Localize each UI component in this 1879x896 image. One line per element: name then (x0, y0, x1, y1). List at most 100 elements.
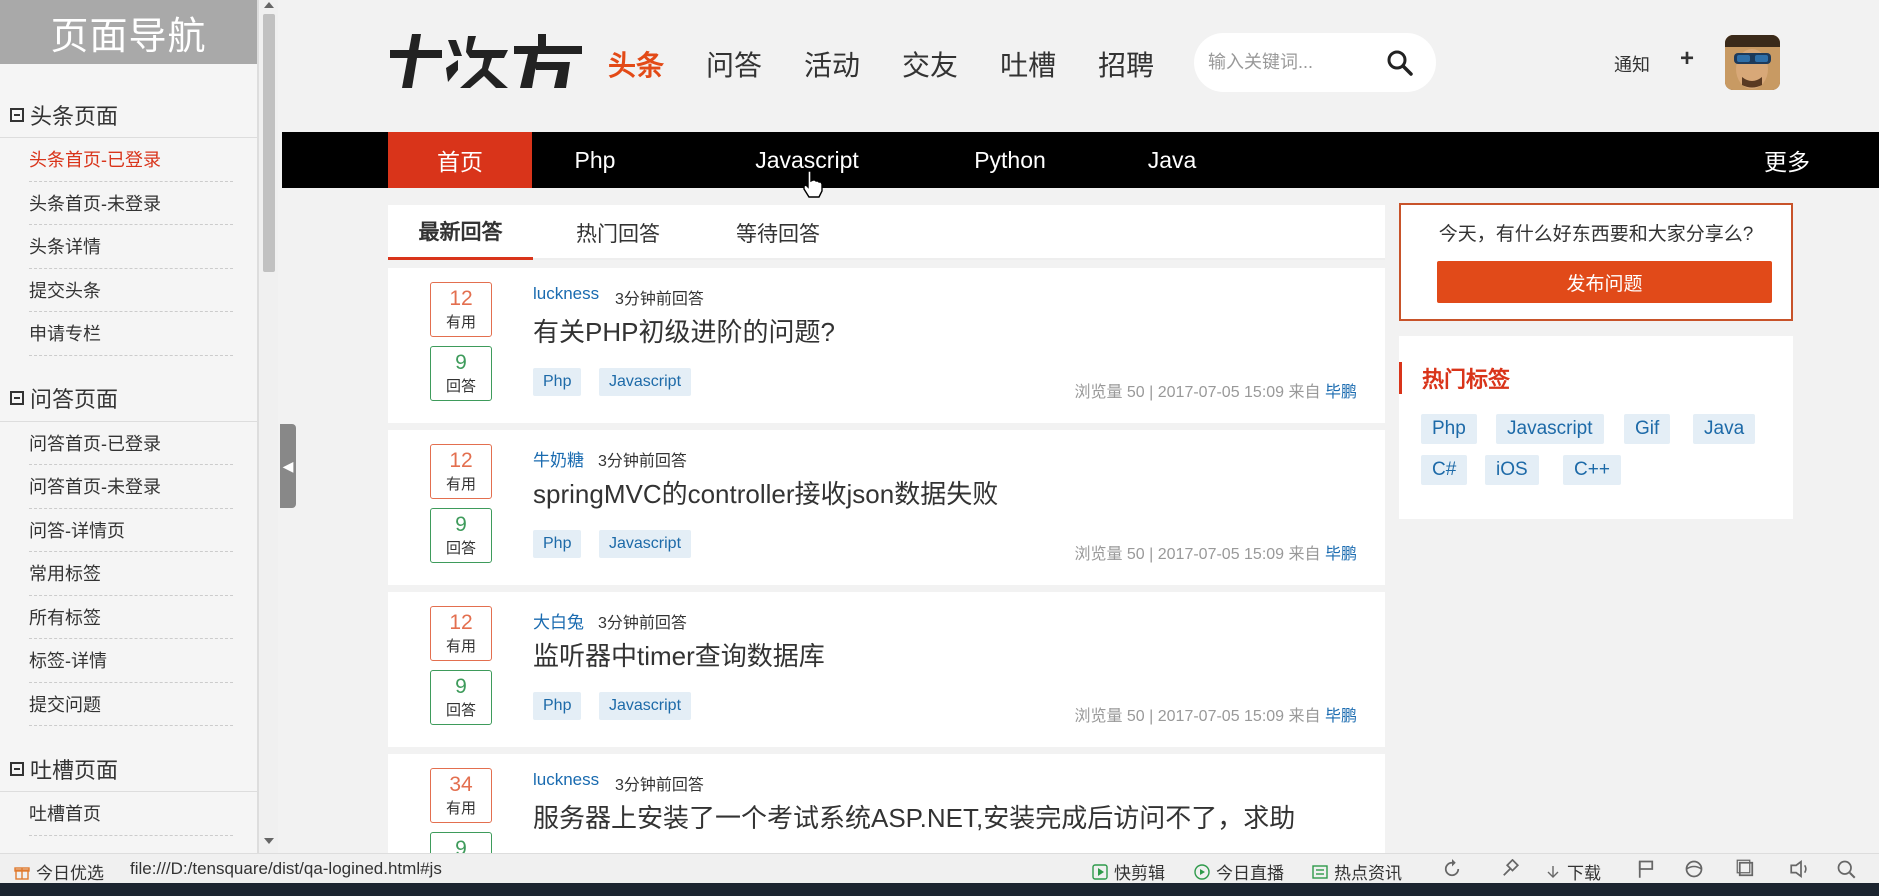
live[interactable]: 今日直播 (1194, 859, 1284, 884)
search-icon[interactable] (1386, 49, 1414, 82)
question-item[interactable]: 12 有用 9 回答 luckness 3分钟前回答 有关PHP初级进阶的问题? P… (388, 268, 1385, 423)
tab-latest[interactable]: 最新回答 (388, 205, 533, 260)
hot-tag[interactable]: Javascript (1496, 414, 1604, 444)
question-user[interactable]: luckness (533, 770, 599, 790)
sidebar-item[interactable]: 问答首页-未登录 (29, 465, 233, 509)
sidebar-item[interactable]: 常用标签 (29, 552, 233, 596)
top-nav-friends[interactable]: 交友 (902, 44, 958, 84)
collapse-icon[interactable] (10, 107, 24, 122)
top-nav-jobs[interactable]: 招聘 (1098, 44, 1154, 84)
top-nav-complaints[interactable]: 吐槽 (1000, 44, 1056, 84)
tab-waiting[interactable]: 等待回答 (713, 205, 843, 260)
sidebar-section-header[interactable]: 吐槽页面 (0, 746, 257, 792)
sidebar-item[interactable]: 所有标签 (29, 596, 233, 639)
taskbar-strip (0, 883, 1879, 896)
collapse-icon[interactable] (10, 391, 24, 405)
publish-question-button[interactable]: 发布问题 (1437, 261, 1772, 303)
top-nav-qa[interactable]: 问答 (706, 44, 762, 84)
sidebar-item[interactable]: 头条详情 (29, 225, 233, 269)
add-button[interactable]: + (1680, 45, 1694, 73)
collapse-icon[interactable] (10, 761, 24, 776)
question-time: 3分钟前回答 (598, 453, 687, 470)
question-tag[interactable]: Javascript (599, 368, 692, 396)
hot-tag[interactable]: Php (1421, 414, 1477, 444)
sidebar-section-label: 问答页面 (30, 387, 119, 412)
sidebar-collapse-toggle[interactable]: ◀ (280, 424, 296, 508)
hot-tag[interactable]: C++ (1563, 455, 1621, 485)
answer-label: 回答 (445, 378, 476, 395)
scroll-down-arrow-icon[interactable] (264, 838, 274, 844)
top-nav-events[interactable]: 活动 (804, 44, 860, 84)
question-user[interactable]: 大白兔 (533, 608, 584, 633)
search-input[interactable] (1208, 52, 1378, 73)
question-tag[interactable]: Php (533, 368, 582, 396)
question-user[interactable]: 牛奶糖 (533, 446, 584, 471)
browser-icon[interactable] (1684, 859, 1704, 879)
hot-tag[interactable]: Gif (1624, 414, 1671, 444)
sidebar-item[interactable]: 问答首页-已登录 (29, 422, 233, 465)
sound-icon[interactable] (1790, 859, 1812, 879)
sidebar-item[interactable]: 标签-详情 (29, 639, 233, 683)
useful-count: 12 有用 (430, 444, 492, 499)
hot-news[interactable]: 热点资讯 (1312, 859, 1402, 884)
sidebar-item[interactable]: 问答-详情页 (29, 509, 233, 552)
question-user[interactable]: luckness (533, 284, 599, 304)
category-java[interactable]: Java (1122, 132, 1222, 188)
question-item[interactable]: 12 有用 9 回答 牛奶糖 3分钟前回答 springMVC的controller… (388, 430, 1385, 585)
question-author[interactable]: 毕鹏 (1325, 546, 1357, 563)
category-php[interactable]: Php (540, 132, 650, 188)
sidebar-item[interactable]: 提交头条 (29, 269, 233, 312)
search-box (1194, 33, 1436, 92)
flag-icon[interactable] (1636, 859, 1656, 879)
sidebar-item[interactable]: 吐槽首页 (29, 792, 233, 836)
question-title[interactable]: 服务器上安装了一个考试系统ASP.NET,安装完成后访问不了，求助 (533, 798, 1295, 835)
user-avatar[interactable] (1725, 35, 1780, 90)
question-item[interactable]: 34 有用 9回答 luckness 3分钟前回答 服务器上安装了一个考试系统AS… (388, 754, 1385, 853)
question-tag[interactable]: Javascript (599, 530, 692, 558)
answer-label: 回答 (445, 540, 476, 557)
sidebar-section-header[interactable]: 问答页面 (0, 376, 257, 422)
hot-tag[interactable]: C# (1421, 455, 1468, 485)
top-nav-headlines[interactable]: 头条 (608, 44, 664, 84)
notifications-link[interactable]: 通知 (1614, 51, 1650, 77)
daily-picks[interactable]: 今日优选 (14, 859, 104, 884)
quick-cut[interactable]: 快剪辑 (1092, 859, 1165, 884)
question-title[interactable]: 监听器中timer查询数据库 (533, 636, 825, 673)
refresh-icon[interactable] (1442, 859, 1462, 879)
category-python[interactable]: Python (950, 132, 1070, 188)
useful-label: 有用 (445, 314, 476, 331)
pin-icon[interactable] (1500, 859, 1520, 879)
answer-count: 9 回答 (430, 346, 492, 401)
answer-number: 9 (455, 351, 467, 374)
useful-count: 34 有用 (430, 768, 492, 823)
sidebar-item[interactable]: 头条首页-未登录 (29, 182, 233, 225)
question-tag[interactable]: Php (533, 692, 582, 720)
window-icon[interactable] (1736, 859, 1756, 879)
question-title[interactable]: 有关PHP初级进阶的问题? (533, 312, 835, 349)
question-title[interactable]: springMVC的controller接收json数据失败 (533, 474, 998, 511)
sidebar-section-header[interactable]: 头条页面 (0, 92, 257, 138)
category-home[interactable]: 首页 (388, 132, 532, 188)
zoom-icon[interactable] (1836, 859, 1856, 879)
question-item[interactable]: 12 有用 9 回答 大白兔 3分钟前回答 监听器中timer查询数据库 Php J… (388, 592, 1385, 747)
useful-label: 有用 (445, 638, 476, 655)
question-author[interactable]: 毕鹏 (1325, 384, 1357, 401)
hot-tag[interactable]: Java (1693, 414, 1756, 444)
sidebar-item[interactable]: 提交问题 (29, 683, 233, 726)
question-meta-text: 浏览量 50 | 2017-07-05 15:09 来自 (1074, 546, 1321, 563)
sidebar-scrollbar[interactable] (258, 0, 278, 853)
question-tag[interactable]: Php (533, 530, 582, 558)
sidebar-item[interactable]: 申请专栏 (29, 312, 233, 356)
scroll-up-arrow-icon[interactable] (264, 2, 274, 8)
scrollbar-thumb[interactable] (263, 14, 275, 272)
category-more[interactable]: 更多 (1732, 132, 1842, 188)
question-author[interactable]: 毕鹏 (1325, 708, 1357, 725)
sidebar-item[interactable]: 头条首页-已登录 (29, 138, 233, 182)
tab-hot[interactable]: 热门回答 (553, 205, 683, 260)
question-tag[interactable]: Javascript (599, 692, 692, 720)
hot-tag[interactable]: iOS (1485, 455, 1539, 485)
site-logo[interactable] (388, 30, 588, 92)
download-link[interactable]: 下载 (1545, 859, 1601, 884)
question-meta-text: 浏览量 50 | 2017-07-05 15:09 来自 (1074, 708, 1321, 725)
answer-count: 9 回答 (430, 670, 492, 725)
